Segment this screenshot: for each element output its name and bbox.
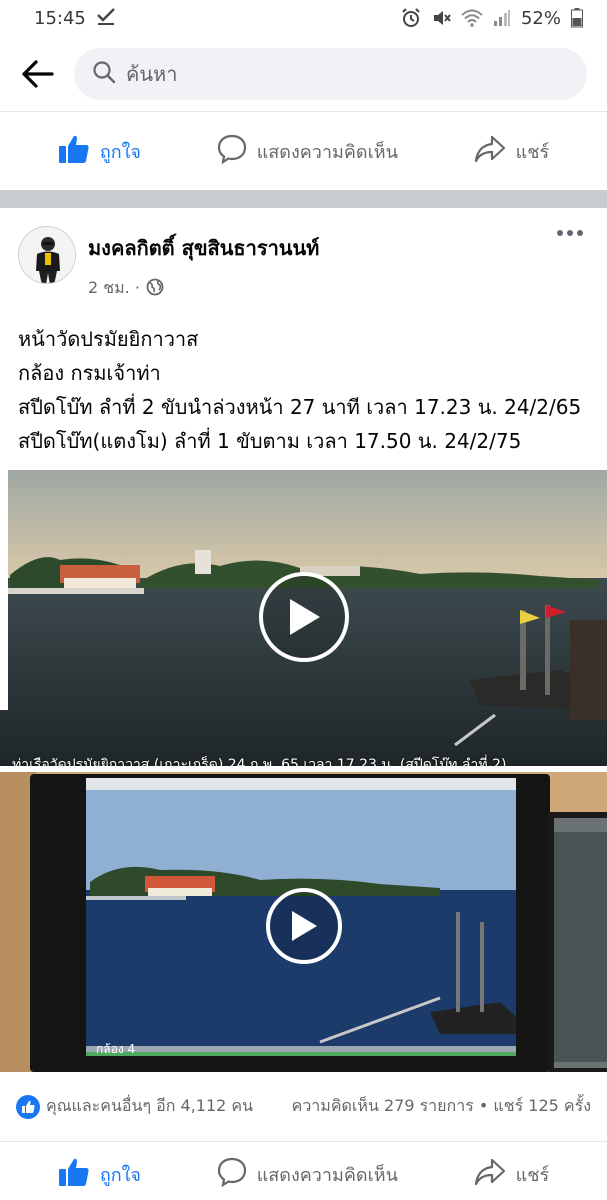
battery-icon	[571, 8, 583, 28]
post-text: หน้าวัดปรมัยยิกาวาส กล้อง กรมเจ้าท่า สปี…	[0, 302, 607, 470]
video-caption: ท่าเรือวัดปรมัยยิกาวาส (เกาะเกร็ด) 24 ก.…	[12, 757, 507, 766]
comment-label: แสดงความคิดเห็น	[256, 141, 398, 163]
play-button[interactable]	[266, 888, 342, 964]
comment-button[interactable]: แสดงความคิดเห็น	[217, 134, 398, 169]
likes-count: คุณและคนอื่นๆ อีก 4,112 คน	[46, 1096, 254, 1115]
more-options-button[interactable]	[557, 230, 583, 236]
like-label: ถูกใจ	[99, 1164, 141, 1186]
wifi-icon	[461, 9, 483, 27]
share-label: แชร์	[515, 1164, 550, 1186]
status-left: 15:45	[34, 7, 116, 30]
back-button[interactable]	[18, 55, 56, 93]
dot	[577, 230, 583, 236]
reactions-summary: คุณและคนอื่นๆ อีก 4,112 คน ความคิดเห็น 2…	[0, 1072, 607, 1142]
back-arrow-icon	[22, 59, 54, 88]
comment-button[interactable]: แสดงความคิดเห็น	[217, 1157, 398, 1192]
share-button[interactable]: แชร์	[474, 1158, 550, 1191]
alarm-icon	[401, 8, 421, 28]
post-line: สปีดโบ๊ท ลำที่ 2 ขับนำล่วงหน้า 27 นาที เ…	[18, 395, 582, 419]
thumbs-up-icon	[58, 134, 90, 169]
thumbs-up-icon	[58, 1157, 90, 1192]
bottom-action-bar: ถูกใจ แสดงความคิดเห็น แชร์	[0, 1142, 607, 1200]
avatar-image	[19, 227, 75, 283]
comment-label: แสดงความคิดเห็น	[256, 1164, 398, 1186]
avatar[interactable]	[18, 226, 76, 284]
post-time-text: 2 ชม. ·	[88, 278, 140, 297]
video-2[interactable]: กล้อง 4	[0, 772, 607, 1072]
post-timestamp[interactable]: 2 ชม. ·	[88, 276, 319, 301]
status-right: 52%	[401, 8, 583, 29]
post-meta: มงคลกิตติ์ สุขสินธารานนท์ 2 ชม. ·	[88, 232, 319, 301]
play-icon	[292, 911, 317, 941]
check-icon	[96, 7, 116, 30]
like-button[interactable]: ถูกใจ	[58, 134, 141, 169]
mute-icon	[431, 8, 451, 28]
share-icon	[474, 135, 506, 168]
share-label: แชร์	[515, 141, 550, 163]
video-1[interactable]: ท่าเรือวัดปรมัยยิกาวาส (เกาะเกร็ด) 24 ก.…	[0, 470, 607, 766]
play-icon	[290, 599, 320, 635]
likes-summary[interactable]: คุณและคนอื่นๆ อีก 4,112 คน	[16, 1094, 253, 1119]
globe-icon	[146, 278, 164, 300]
like-label: ถูกใจ	[99, 141, 141, 163]
status-bar: 15:45 52%	[0, 0, 607, 36]
comment-icon	[217, 1157, 247, 1192]
signal-icon	[493, 9, 511, 27]
post-line: กล้อง กรมเจ้าท่า	[18, 361, 161, 385]
author-name[interactable]: มงคลกิตติ์ สุขสินธารานนท์	[88, 232, 319, 264]
search-icon	[92, 60, 116, 88]
like-reaction-icon	[16, 1094, 40, 1119]
post-line: หน้าวัดปรมัยยิกาวาส	[18, 327, 199, 351]
feed-divider	[0, 190, 607, 208]
status-time: 15:45	[34, 7, 86, 29]
dot	[557, 230, 563, 236]
dot	[567, 230, 573, 236]
play-button[interactable]	[259, 572, 349, 662]
search-bar	[0, 36, 607, 112]
post-header: มงคลกิตติ์ สุขสินธารานนท์ 2 ชม. ·	[0, 208, 607, 302]
camera-label: กล้อง 4	[96, 1042, 136, 1056]
top-action-bar: ถูกใจ แสดงความคิดเห็น แชร์	[0, 112, 607, 190]
battery-level: 52%	[520, 7, 561, 29]
share-icon	[474, 1158, 506, 1191]
comments-shares-summary[interactable]: ความคิดเห็น 279 รายการ • แชร์ 125 ครั้ง	[292, 1094, 591, 1119]
search-input[interactable]	[126, 61, 569, 86]
post-line: สปีดโบ๊ท(แตงโม) ลำที่ 1 ขับตาม เวลา 17.5…	[18, 429, 522, 453]
comment-icon	[217, 134, 247, 169]
search-box[interactable]	[74, 47, 587, 100]
like-button[interactable]: ถูกใจ	[58, 1157, 141, 1192]
share-button[interactable]: แชร์	[474, 135, 550, 168]
